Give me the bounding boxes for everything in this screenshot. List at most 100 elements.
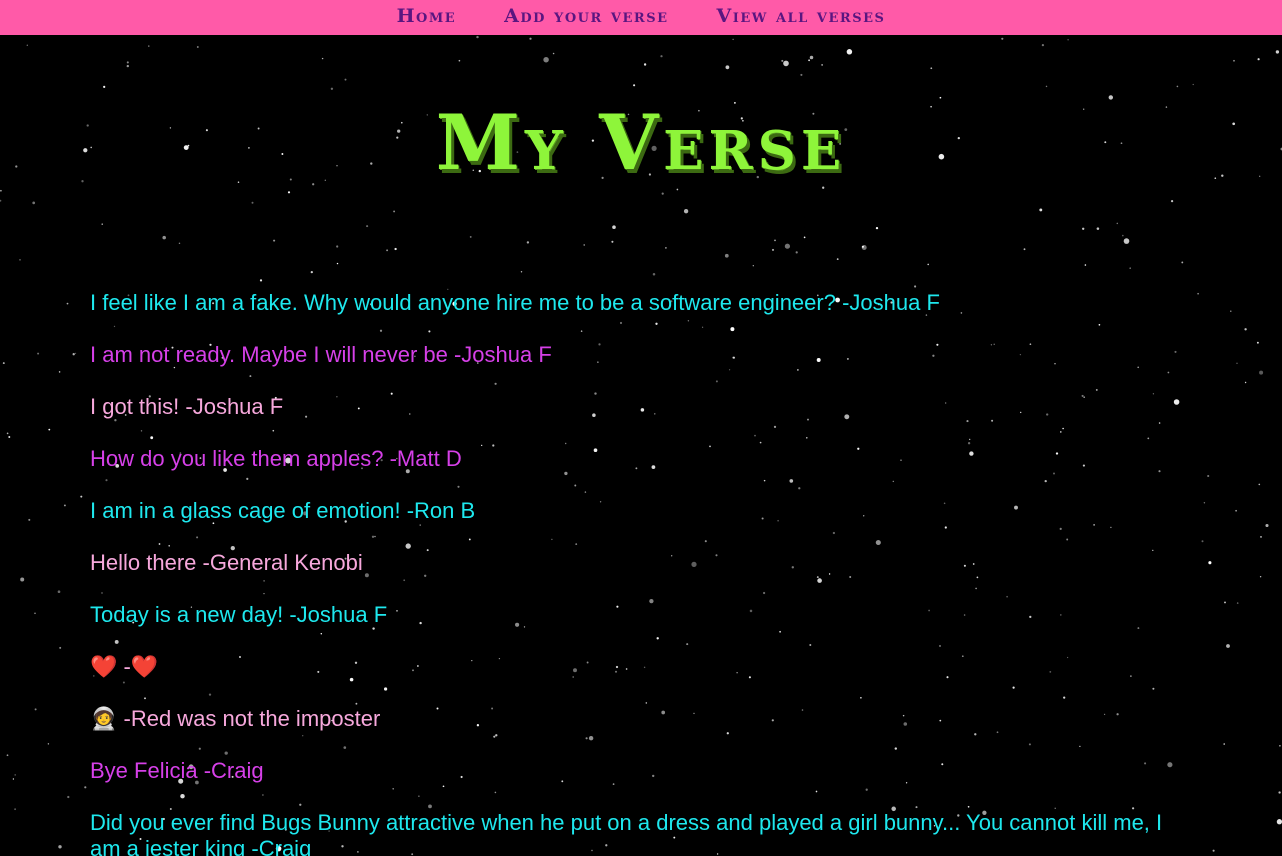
star	[846, 49, 853, 55]
star	[914, 285, 917, 288]
star	[12, 778, 15, 780]
star	[1129, 267, 1131, 269]
star	[476, 35, 479, 39]
star	[1181, 261, 1184, 264]
star	[458, 59, 461, 62]
star	[393, 210, 396, 213]
star	[771, 248, 775, 251]
top-navbar: Home Add your verse View all verses	[0, 0, 1282, 35]
verse-list: I feel like I am a fake. Why would anyon…	[90, 290, 1190, 856]
star	[196, 46, 199, 48]
nav-home-link[interactable]: Home	[397, 7, 457, 26]
star	[1258, 483, 1261, 486]
star	[1039, 208, 1043, 212]
star	[1265, 523, 1269, 528]
star	[861, 245, 867, 250]
star	[1230, 310, 1232, 312]
star	[6, 432, 9, 435]
star	[19, 259, 21, 261]
star	[821, 64, 823, 66]
star	[808, 59, 810, 62]
star	[1256, 341, 1259, 344]
star	[8, 436, 11, 438]
star	[47, 743, 50, 745]
star	[1244, 381, 1247, 384]
star	[1257, 58, 1260, 61]
star	[1244, 328, 1247, 331]
star	[1208, 561, 1212, 565]
star	[57, 590, 61, 594]
star	[784, 243, 791, 249]
star	[1224, 601, 1226, 604]
star	[126, 64, 129, 68]
star	[676, 188, 679, 191]
verse-item: Today is a new day! -Joshua F	[90, 602, 388, 627]
star	[1041, 43, 1045, 47]
star	[1176, 85, 1179, 88]
verse-item: Did you ever find Bugs Bunny attractive …	[90, 810, 1163, 856]
star	[783, 60, 789, 67]
star	[237, 181, 240, 183]
star	[1170, 199, 1174, 203]
star	[1123, 238, 1130, 244]
star	[643, 63, 647, 66]
star	[927, 263, 929, 266]
star	[1226, 644, 1230, 648]
star	[336, 245, 339, 248]
star	[148, 45, 150, 47]
star	[59, 646, 62, 649]
star	[1108, 95, 1114, 100]
star	[1201, 540, 1204, 543]
star	[58, 845, 62, 849]
star	[520, 271, 523, 273]
star	[1259, 575, 1262, 578]
star	[1260, 536, 1262, 538]
star	[1276, 819, 1282, 825]
star	[63, 504, 66, 507]
star	[1082, 227, 1085, 230]
star	[48, 428, 51, 431]
star	[312, 183, 315, 186]
star	[803, 236, 806, 239]
star	[66, 302, 69, 305]
star	[32, 201, 36, 205]
nav-view-all-verses-link[interactable]: View all verses	[717, 7, 886, 26]
verse-item: I feel like I am a fake. Why would anyon…	[90, 290, 940, 315]
star	[1023, 248, 1026, 251]
star	[321, 57, 324, 60]
verse-item: Bye Felicia -Craig	[90, 758, 264, 783]
star	[0, 199, 2, 202]
star	[1259, 370, 1264, 375]
star	[526, 241, 530, 244]
verse-item: ❤️ -❤️	[90, 654, 159, 679]
star	[58, 371, 61, 373]
star	[774, 239, 776, 242]
star	[543, 56, 549, 63]
star	[1084, 264, 1087, 266]
star	[1233, 59, 1235, 62]
star	[1212, 849, 1215, 852]
star	[861, 245, 864, 248]
star	[1001, 37, 1004, 40]
star	[251, 201, 254, 204]
star	[781, 59, 784, 62]
star	[80, 495, 83, 498]
verse-item: 🧑‍🚀 -Red was not the imposter	[90, 706, 381, 731]
star	[287, 191, 291, 194]
star	[529, 37, 532, 40]
star	[612, 225, 616, 229]
star	[836, 258, 839, 261]
star	[1122, 234, 1124, 237]
star	[162, 235, 166, 240]
star	[809, 55, 814, 60]
star	[1197, 292, 1199, 295]
verse-item: I am not ready. Maybe I will never be -J…	[90, 342, 552, 367]
star	[37, 352, 40, 355]
star	[14, 774, 16, 776]
star	[336, 262, 339, 265]
star	[1279, 744, 1281, 747]
nav-add-verse-link[interactable]: Add your verse	[504, 7, 668, 26]
star	[732, 38, 734, 41]
star	[661, 192, 664, 195]
star	[26, 44, 28, 46]
